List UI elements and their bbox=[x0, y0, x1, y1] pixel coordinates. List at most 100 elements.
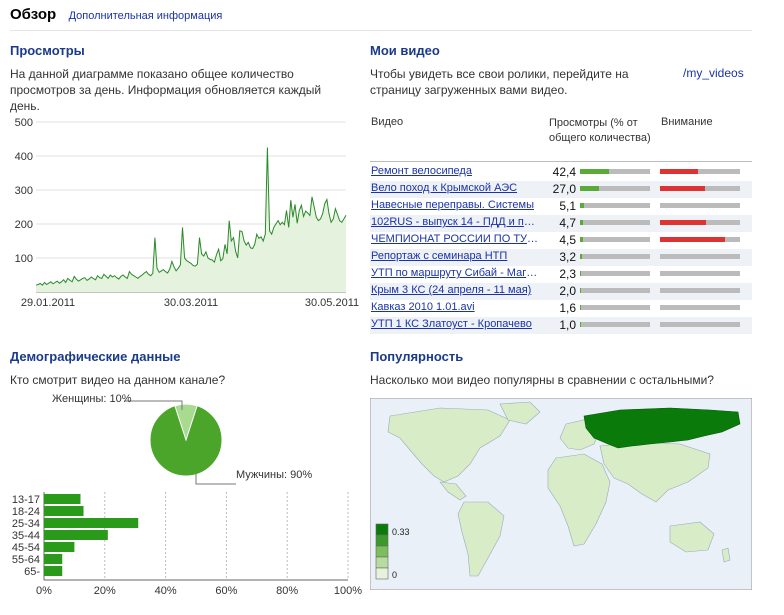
views-description: На данной диаграмме показано общее колич… bbox=[10, 67, 322, 113]
video-views-percent: 2,3 bbox=[559, 267, 576, 281]
video-title-link[interactable]: ЧЕМПИОНАТ РОССИИ ПО ТУРИЗМУ bbox=[371, 233, 539, 245]
my-videos-link[interactable]: /my_videos bbox=[683, 66, 744, 80]
attention-bar bbox=[660, 322, 740, 327]
age-category-label: 35-44 bbox=[12, 530, 40, 542]
video-row: Ремонт велосипеда 42,4 bbox=[370, 164, 752, 181]
views-bar bbox=[580, 220, 650, 225]
video-row: 102RUS - выпуск 14 - ПДД и правила 4,7 bbox=[370, 215, 752, 232]
video-title-link[interactable]: 102RUS - выпуск 14 - ПДД и правила bbox=[371, 216, 539, 228]
age-category-label: 65- bbox=[24, 566, 40, 578]
age-bar bbox=[44, 566, 63, 576]
age-category-label: 18-24 bbox=[12, 506, 40, 518]
attention-bar bbox=[660, 254, 740, 259]
views-bar bbox=[580, 186, 650, 191]
views-bar-fill bbox=[580, 169, 610, 174]
my-videos-title: Мои видео bbox=[370, 43, 440, 58]
header-divider bbox=[10, 30, 752, 31]
popularity-question: Насколько мои видео популярны в сравнени… bbox=[370, 373, 714, 387]
video-title-link[interactable]: Вело поход к Крымской АЭС bbox=[371, 182, 539, 194]
attention-bar-fill bbox=[660, 169, 699, 174]
video-views-percent: 42,4 bbox=[552, 165, 576, 179]
women-label: Женщины: 10% bbox=[52, 393, 132, 405]
views-bar bbox=[580, 305, 650, 310]
attention-bar bbox=[660, 288, 740, 293]
legend-swatch-5 bbox=[375, 567, 389, 580]
views-chart: 500 400 300 200 100 29.01.2011 30.03.2011 30.05… bbox=[15, 117, 359, 309]
age-bar bbox=[44, 506, 84, 516]
attention-bar bbox=[660, 186, 740, 191]
x-tick-label: 30.05.2011 bbox=[305, 297, 359, 309]
views-bar-fill bbox=[580, 237, 583, 242]
views-title: Просмотры bbox=[10, 43, 85, 58]
video-title-link[interactable]: Ремонт велосипеда bbox=[371, 165, 539, 177]
attention-bar-fill bbox=[660, 237, 725, 242]
x-tick-label: 0% bbox=[36, 585, 52, 597]
page-title: Обзор bbox=[10, 6, 57, 23]
y-tick-label: 200 bbox=[15, 219, 33, 231]
x-tick-label: 29.01.2011 bbox=[21, 297, 75, 309]
views-bar-fill bbox=[580, 322, 581, 327]
attention-bar bbox=[660, 271, 740, 276]
age-bar bbox=[44, 494, 81, 504]
more-info-link[interactable]: Дополнительная информация bbox=[69, 10, 223, 22]
age-bar-chart: 0% 20% 40% 60% 80% 100% 13-1718-2425-3435-4445… bbox=[12, 492, 362, 597]
col-views-header: Просмотры (% от общего количества) bbox=[549, 117, 651, 144]
attention-bar bbox=[660, 220, 740, 225]
y-tick-label: 400 bbox=[15, 151, 33, 163]
legend-swatch-1 bbox=[375, 523, 389, 536]
col-attention-header: Внимание bbox=[661, 116, 713, 128]
video-row: Крым 3 КС (24 апреля - 11 мая) 2,0 bbox=[370, 283, 752, 300]
video-row: УТП 1 КС Златоуст - Кропачево 1,0 bbox=[370, 317, 752, 334]
video-title-link[interactable]: УТП по маршруту Сибай - Магнитогорск bbox=[371, 267, 539, 279]
attention-bar bbox=[660, 169, 740, 174]
video-views-percent: 4,7 bbox=[559, 216, 576, 230]
men-leader-line bbox=[195, 474, 236, 485]
video-title-link[interactable]: Крым 3 КС (24 апреля - 11 мая) bbox=[371, 284, 539, 296]
age-category-label: 25-34 bbox=[12, 518, 40, 530]
attention-bar-fill bbox=[660, 220, 707, 225]
age-bar bbox=[44, 530, 108, 540]
views-bar bbox=[580, 288, 650, 293]
views-bar bbox=[580, 322, 650, 327]
attention-bar-fill bbox=[660, 186, 705, 191]
y-tick-label: 300 bbox=[15, 185, 33, 197]
world-map[interactable]: 0.33 0 bbox=[370, 398, 752, 590]
age-bar bbox=[44, 554, 63, 564]
attention-bar bbox=[660, 237, 740, 242]
legend-min: 0 bbox=[392, 570, 397, 580]
legend-max: 0.33 bbox=[392, 527, 410, 537]
x-tick-label: 40% bbox=[155, 585, 177, 597]
video-row: Репортаж с семинара НТП 3,2 bbox=[370, 249, 752, 266]
video-title-link[interactable]: Репортаж с семинара НТП bbox=[371, 250, 539, 262]
views-bar bbox=[580, 254, 650, 259]
video-views-percent: 1,6 bbox=[559, 301, 576, 315]
views-bar bbox=[580, 169, 650, 174]
video-views-percent: 1,0 bbox=[559, 318, 576, 332]
attention-bar bbox=[660, 203, 740, 208]
video-views-percent: 2,0 bbox=[559, 284, 576, 298]
views-bar bbox=[580, 271, 650, 276]
legend-swatch-3 bbox=[375, 545, 389, 558]
views-bar-fill bbox=[580, 288, 582, 293]
video-row: ЧЕМПИОНАТ РОССИИ ПО ТУРИЗМУ 4,5 bbox=[370, 232, 752, 249]
video-views-percent: 3,2 bbox=[559, 250, 576, 264]
video-row: Вело поход к Крымской АЭС 27,0 bbox=[370, 181, 752, 198]
legend-swatch-2 bbox=[375, 534, 389, 547]
age-category-label: 55-64 bbox=[12, 554, 40, 566]
my-videos-description: Чтобы увидеть все свои ролики, перейдите… bbox=[370, 67, 629, 97]
table-divider bbox=[370, 161, 752, 162]
video-views-percent: 27,0 bbox=[552, 182, 576, 196]
video-title-link[interactable]: Кавказ 2010 1.01.avi bbox=[371, 301, 539, 313]
age-bar bbox=[44, 542, 75, 552]
video-row: Кавказ 2010 1.01.avi 1,6 bbox=[370, 300, 752, 317]
men-label: Мужчины: 90% bbox=[236, 469, 313, 481]
views-bar bbox=[580, 203, 650, 208]
attention-bar bbox=[660, 305, 740, 310]
page-header: Обзор Дополнительная информация bbox=[10, 6, 222, 24]
demographics-title: Демографические данные bbox=[10, 349, 181, 364]
video-row: УТП по маршруту Сибай - Магнитогорск 2,3 bbox=[370, 266, 752, 283]
x-tick-label: 100% bbox=[334, 585, 362, 597]
video-title-link[interactable]: УТП 1 КС Златоуст - Кропачево bbox=[371, 318, 539, 330]
video-views-percent: 4,5 bbox=[559, 233, 576, 247]
video-title-link[interactable]: Навесные переправы. Системы bbox=[371, 199, 539, 211]
